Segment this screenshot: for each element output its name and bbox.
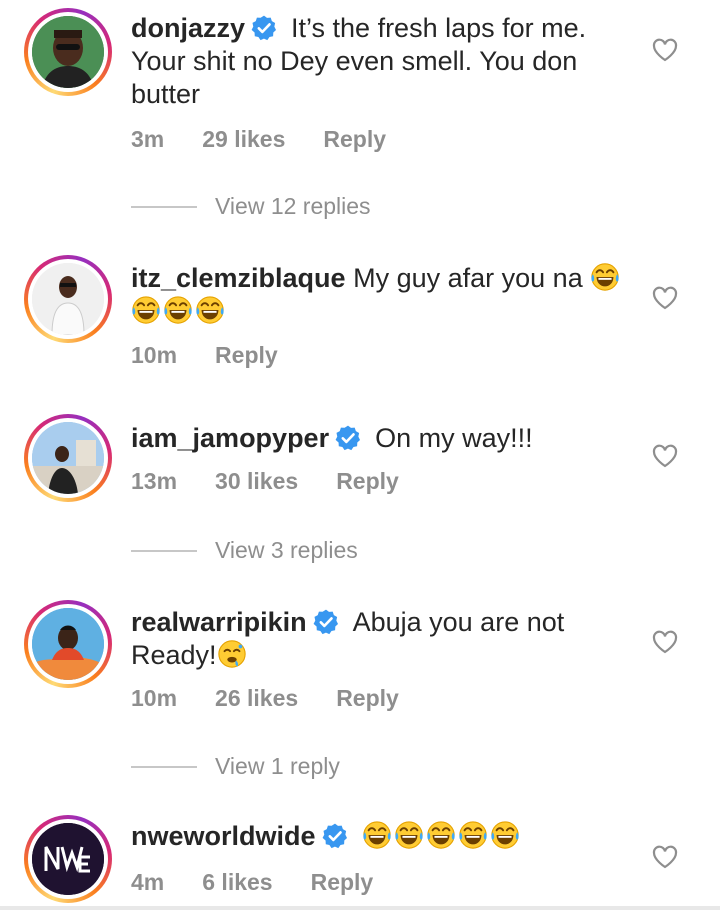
reply-button[interactable]: Reply [336, 468, 399, 494]
heart-outline-icon[interactable] [652, 845, 678, 869]
like-count[interactable]: 6 likes [202, 869, 272, 895]
reply-button[interactable]: Reply [215, 342, 278, 368]
drooling-face-icon [217, 639, 247, 669]
comment-text: donjazzy It’s the fresh laps for me. Your… [131, 12, 631, 111]
comment-time: 10m [131, 685, 178, 711]
like-count[interactable]: 26 likes [215, 685, 298, 711]
face-with-tears-of-joy-icon [394, 820, 424, 850]
avatar[interactable] [24, 8, 112, 96]
verified-badge-icon [322, 823, 348, 849]
heart-outline-icon[interactable] [652, 630, 678, 654]
face-with-tears-of-joy-icon [362, 820, 392, 850]
face-with-tears-of-joy-icon [195, 295, 225, 325]
comment-time: 13m [131, 468, 178, 494]
heart-outline-icon[interactable] [652, 286, 678, 310]
comment-time: 10m [131, 342, 178, 368]
verified-badge-icon [335, 425, 361, 451]
comment-time: 3m [131, 126, 165, 152]
comment-text: iam_jamopyper On my way!!! [131, 422, 631, 455]
heart-outline-icon[interactable] [652, 444, 678, 468]
comment-text: nweworldwide [131, 820, 631, 853]
view-replies-button[interactable]: View 12 replies [131, 193, 371, 220]
comment-time: 4m [131, 869, 165, 895]
face-with-tears-of-joy-icon [131, 295, 161, 325]
like-count[interactable]: 29 likes [202, 126, 285, 152]
reply-button[interactable]: Reply [323, 126, 386, 152]
divider [131, 765, 197, 768]
face-with-tears-of-joy-icon [590, 262, 620, 292]
like-count[interactable]: 30 likes [215, 468, 298, 494]
avatar[interactable] [24, 414, 112, 502]
comment-text: itz_clemziblaque My guy afar you na [131, 262, 631, 328]
reply-button[interactable]: Reply [336, 685, 399, 711]
face-with-tears-of-joy-icon [458, 820, 488, 850]
username[interactable]: realwarripikin [131, 607, 307, 637]
username[interactable]: itz_clemziblaque [131, 263, 346, 293]
face-with-tears-of-joy-icon [426, 820, 456, 850]
username[interactable]: iam_jamopyper [131, 423, 329, 453]
comment-body: My guy afar you na [353, 263, 583, 293]
avatar[interactable] [24, 255, 112, 343]
avatar[interactable] [24, 815, 112, 903]
verified-badge-icon [313, 609, 339, 635]
username[interactable]: donjazzy [131, 13, 245, 43]
divider [0, 906, 720, 910]
username[interactable]: nweworldwide [131, 821, 316, 851]
verified-badge-icon [251, 15, 277, 41]
reply-button[interactable]: Reply [311, 869, 374, 895]
divider [131, 549, 197, 552]
comment-text: realwarripikin Abuja you are not Ready! [131, 606, 631, 672]
face-with-tears-of-joy-icon [490, 820, 520, 850]
divider [131, 205, 197, 208]
comment-body: On my way!!! [375, 423, 533, 453]
view-replies-button[interactable]: View 3 replies [131, 537, 358, 564]
heart-outline-icon[interactable] [652, 38, 678, 62]
avatar[interactable] [24, 600, 112, 688]
face-with-tears-of-joy-icon [163, 295, 193, 325]
view-replies-button[interactable]: View 1 reply [131, 753, 340, 780]
